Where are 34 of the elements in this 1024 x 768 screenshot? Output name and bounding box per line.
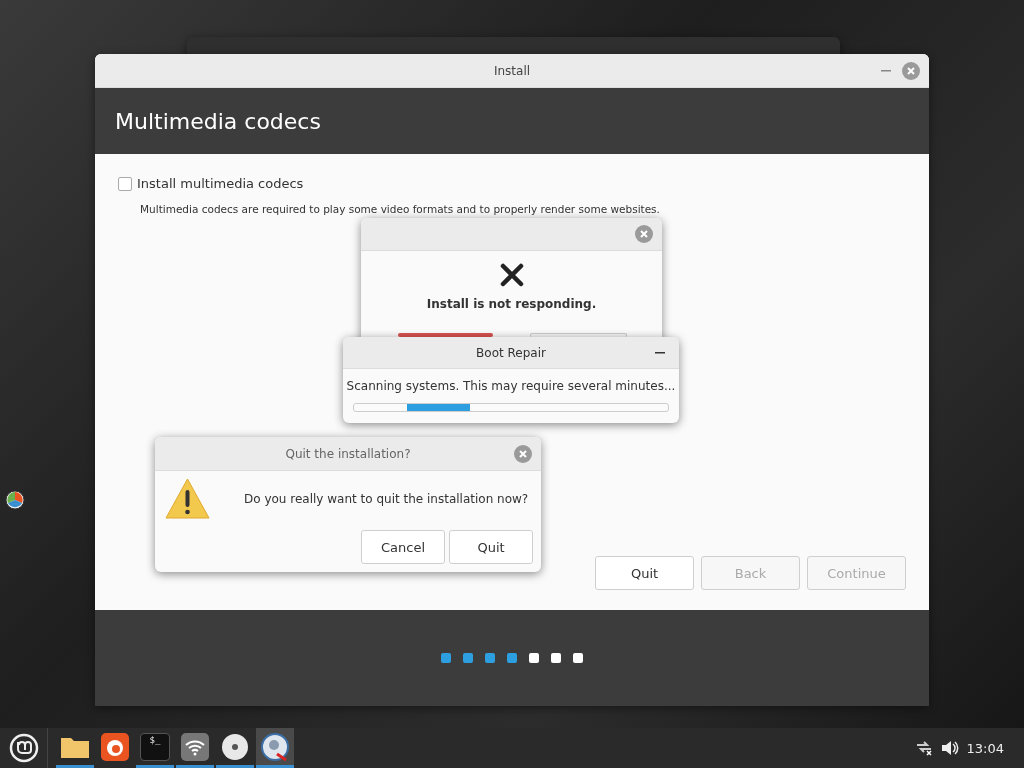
status-message: Scanning systems. This may require several minutes... [346,379,676,393]
close-icon [906,65,916,76]
description-text: Multimedia codecs are required to play some video formats and to properly render some websites. [140,203,661,215]
close-button[interactable] [902,61,920,80]
minimize-icon [655,351,665,354]
repair-icon [260,731,290,762]
window-title: Boot Repair [476,345,546,360]
minimize-icon [881,69,891,72]
close-icon [518,448,528,459]
dialog-title: Quit the installation? [285,446,411,461]
clock[interactable]: 13:04 [966,740,1004,756]
page-title: Multimedia codecs [115,108,321,134]
dialog-button[interactable]: Cancel [361,530,445,564]
wifi-icon [181,732,209,761]
checkbox-label[interactable]: Install multimedia codecs [137,176,304,191]
close-button[interactable] [635,225,653,243]
window-title: Install [493,63,531,78]
launcher-button[interactable]: $_ [136,728,174,768]
warning-icon [165,477,210,520]
app-icon [5,490,25,510]
checkbox[interactable] [118,176,132,191]
network-disconnected-icon[interactable] [914,740,933,756]
disc-icon [221,732,249,761]
launcher-button[interactable] [256,728,294,768]
dialog-button[interactable]: Quit [449,530,533,564]
close-button[interactable] [514,444,532,463]
close-icon [639,229,649,239]
dialog-message: Install is not responding. [426,297,597,311]
dialog-message: Do you really want to quit the installation now? [244,491,529,506]
browser-icon [101,732,129,761]
cross-icon [499,263,524,287]
volume-icon[interactable] [940,740,959,756]
terminal-icon: $_ [140,732,170,761]
wizard-button[interactable]: Quit [595,556,694,590]
